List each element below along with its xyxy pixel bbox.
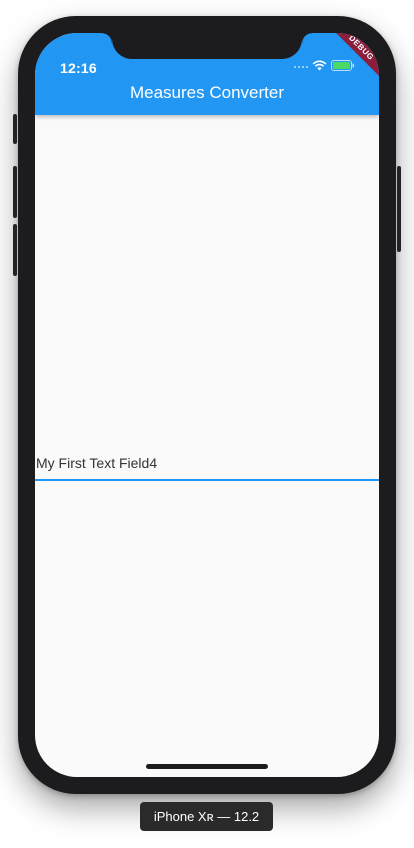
app-screen: 12:16 Measures Converter DEBUG My First … [35, 33, 379, 777]
volume-up-button [13, 166, 17, 218]
battery-icon [331, 58, 355, 76]
device-notch [102, 33, 312, 59]
wifi-icon [312, 58, 327, 76]
text-field-value[interactable]: My First Text Field4 [36, 455, 157, 471]
status-icons [294, 58, 355, 76]
device-label: iPhone Xʀ — 12.2 [140, 802, 273, 831]
app-bar-title: Measures Converter [129, 83, 284, 102]
home-indicator[interactable] [146, 764, 268, 769]
simulator-stage: 12:16 Measures Converter DEBUG My First … [0, 0, 414, 848]
signal-icon [294, 66, 308, 68]
status-time: 12:16 [60, 60, 97, 76]
text-field[interactable]: My First Text Field4 [35, 451, 379, 481]
power-button [397, 166, 401, 252]
volume-down-button [13, 224, 17, 276]
mute-switch [13, 114, 17, 144]
phone-frame: 12:16 Measures Converter DEBUG My First … [13, 16, 401, 794]
